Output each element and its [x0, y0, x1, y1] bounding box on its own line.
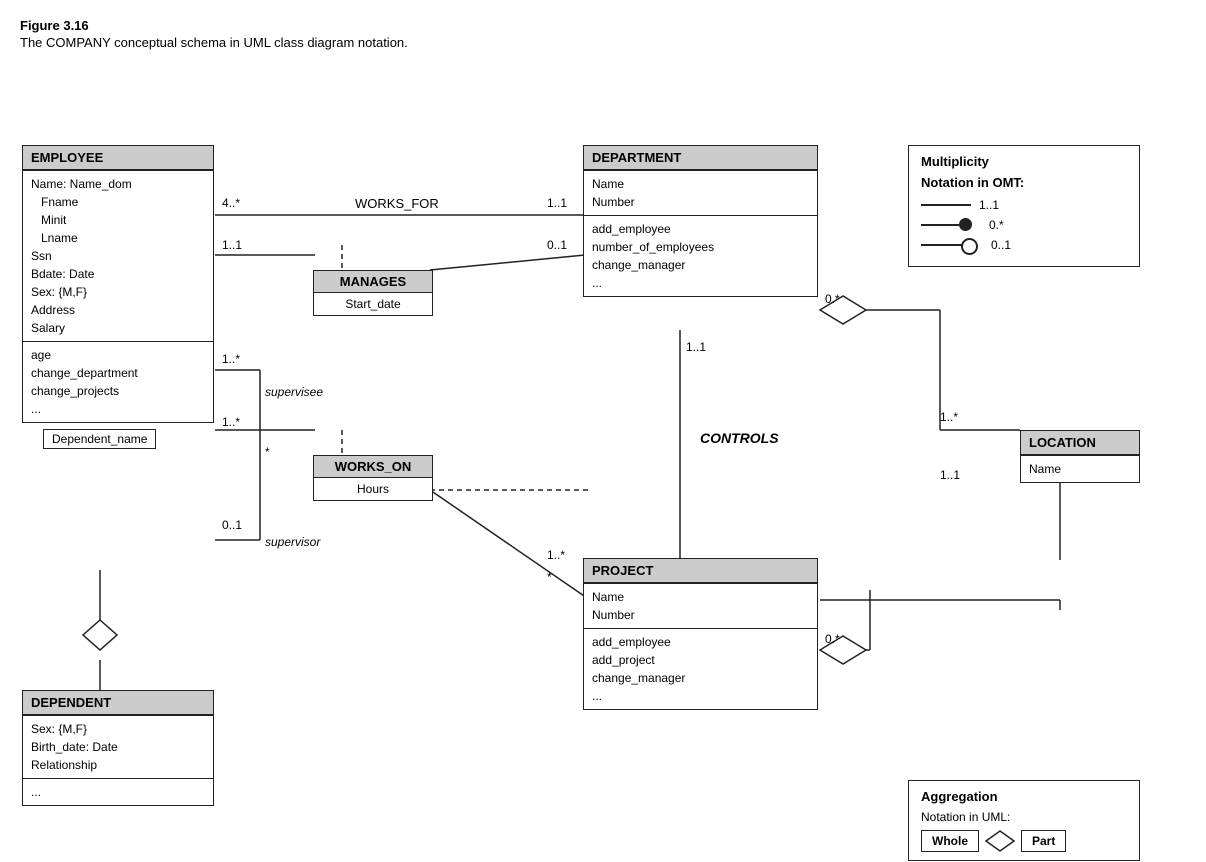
aggregation-title: Aggregation	[921, 789, 1127, 804]
notation-row-11: 1..1	[921, 198, 1127, 212]
mult-star-a: *	[265, 445, 270, 459]
mult-11b: 1..1	[222, 238, 242, 252]
aggregation-diamond-icon	[985, 830, 1015, 852]
manages-box: MANAGES Start_date	[313, 270, 433, 316]
label-11: 1..1	[979, 198, 999, 212]
controls-label: CONTROLS	[700, 430, 779, 446]
project-class: PROJECT Name Number add_employee add_pro…	[583, 558, 818, 710]
project-attributes: Name Number	[584, 583, 817, 628]
project-header: PROJECT	[584, 559, 817, 583]
mult-11c: 1..1	[686, 340, 706, 354]
supervisor-label: supervisor	[265, 535, 320, 549]
aggregation-notation-box: Aggregation Notation in UML: Whole Part	[908, 780, 1140, 861]
location-attributes: Name	[1021, 455, 1139, 482]
figure-caption: The COMPANY conceptual schema in UML cla…	[20, 35, 1186, 50]
manages-header: MANAGES	[314, 271, 432, 293]
department-attributes: Name Number	[584, 170, 817, 215]
notation-row-0star: 0.*	[921, 218, 1127, 232]
employee-methods: age change_department change_projects ..…	[23, 341, 213, 422]
department-methods: add_employee number_of_employees change_…	[584, 215, 817, 296]
mult-01b: 0..1	[222, 518, 242, 532]
notation-row-01: 0..1	[921, 238, 1127, 252]
line-11	[921, 204, 971, 206]
line-01	[921, 244, 971, 246]
line-0star	[921, 224, 971, 226]
whole-box: Whole	[921, 830, 979, 852]
mult-1star-c: 1..*	[547, 548, 565, 562]
mult-1star-b: 1..*	[222, 415, 240, 429]
dependent-class: DEPENDENT Sex: {M,F} Birth_date: Date Re…	[22, 690, 214, 806]
mult-01a: 0..1	[547, 238, 567, 252]
mult-11d: 1..1	[940, 468, 960, 482]
page-container: Figure 3.16 The COMPANY conceptual schem…	[0, 0, 1206, 862]
aggregation-subtitle: Notation in UML:	[921, 810, 1127, 824]
mult-0star-b: 0.*	[825, 632, 840, 646]
figure-title: Figure 3.16	[20, 18, 1186, 33]
dependent-methods: ...	[23, 778, 213, 805]
employee-header: EMPLOYEE	[23, 146, 213, 170]
multiplicity-title: Multiplicity	[921, 154, 1127, 169]
project-methods: add_employee add_project change_manager …	[584, 628, 817, 709]
department-class: DEPARTMENT Name Number add_employee numb…	[583, 145, 818, 297]
location-header: LOCATION	[1021, 431, 1139, 455]
dependent-name-box: Dependent_name	[43, 429, 156, 449]
dependent-attributes: Sex: {M,F} Birth_date: Date Relationship	[23, 715, 213, 778]
works-on-body: Hours	[314, 478, 432, 500]
works-on-header: WORKS_ON	[314, 456, 432, 478]
mult-0star-a: 0.*	[825, 292, 840, 306]
label-01: 0..1	[991, 238, 1011, 252]
location-class: LOCATION Name	[1020, 430, 1140, 483]
works-for-label: WORKS_FOR	[355, 196, 439, 211]
department-header: DEPARTMENT	[584, 146, 817, 170]
mult-1star-a: 1..*	[222, 352, 240, 366]
mult-11a: 1..1	[547, 196, 567, 210]
label-0star: 0.*	[989, 218, 1004, 232]
employee-attributes: Name: Name_dom Fname Minit Lname Ssn Bda…	[23, 170, 213, 341]
multiplicity-subtitle: Notation in OMT:	[921, 175, 1127, 190]
manages-body: Start_date	[314, 293, 432, 315]
employee-class: EMPLOYEE Name: Name_dom Fname Minit Lnam…	[22, 145, 214, 423]
supervisee-label: supervisee	[265, 385, 323, 399]
dependent-header: DEPENDENT	[23, 691, 213, 715]
mult-star-b: *	[547, 570, 552, 584]
works-on-box: WORKS_ON Hours	[313, 455, 433, 501]
mult-4star: 4..*	[222, 196, 240, 210]
aggregation-row: Whole Part	[921, 830, 1127, 852]
part-box: Part	[1021, 830, 1066, 852]
multiplicity-notation-box: Multiplicity Notation in OMT: 1..1 0.* 0…	[908, 145, 1140, 267]
mult-1star-loc: 1..*	[940, 410, 958, 424]
